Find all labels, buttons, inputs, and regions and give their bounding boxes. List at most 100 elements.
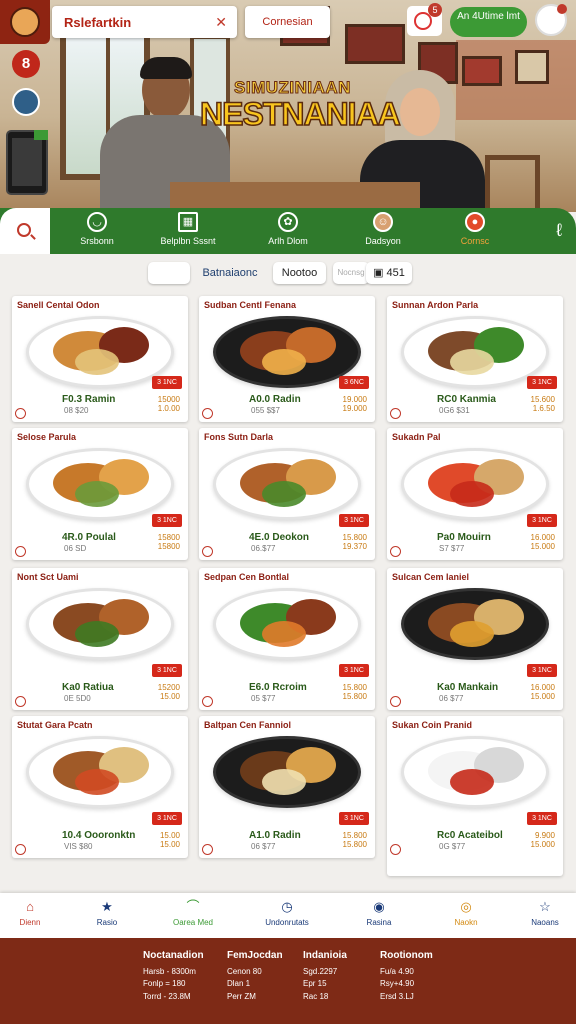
nav-history[interactable]: ◷ Undonrutats [257,899,317,927]
footer-line[interactable]: Fu/a 4.90 [380,966,433,979]
favorite-icon[interactable] [15,844,26,855]
category-search-button[interactable] [0,208,50,254]
chair [485,155,540,210]
nav-label: Dienn [19,918,41,927]
favorite-icon[interactable] [15,546,26,557]
result-count[interactable]: ▣ 451 [366,262,412,284]
footer-line[interactable]: Perr ZM [227,991,283,1004]
hero-title: SIMUZINIAAN NESTNANIAA [199,78,401,131]
category-item[interactable]: ◡ Srsbonn [52,212,142,246]
favorite-icon[interactable] [390,844,401,855]
menu-card[interactable]: Sukan Coin Pranid 3 1NC Rc0 Acateibol 0G $7… [387,716,563,876]
new-badge [34,130,48,140]
nav-coins[interactable]: ◎ Naokn [436,899,496,927]
reserve-button[interactable]: An 4Utime lmt [450,7,527,37]
nav-favorites[interactable]: ☆ Naoans [515,899,575,927]
favorite-icon[interactable] [202,408,213,419]
favorite-icon[interactable] [15,696,26,707]
discount-badge: 3 1NC [527,664,557,677]
footer-line[interactable]: Harsb - 8300m [143,966,204,979]
footer-line[interactable]: Dlan 1 [227,978,283,991]
discount-badge: 3 1NC [527,376,557,389]
dish-name: RC0 Kanmia [437,394,496,405]
dish-name: Rc0 Acateibol [437,830,503,841]
price-primary: 15.00 [159,831,180,840]
category-item[interactable]: ▦ Belplbn Sssnt [143,212,233,246]
menu-card[interactable]: Sanell Cental Odon 3 1NC F0.3 Ramin 08 $20 1… [12,296,188,422]
dish-name: F0.3 Ramin [62,394,116,405]
price-primary: 15.800 [342,533,367,542]
dish-meta: 0G6 $31 [439,406,470,415]
sort-label[interactable]: Batnaiaonc [198,262,262,284]
dish-meta: 06 $77 [251,842,276,851]
favorite-icon[interactable] [390,546,401,557]
avatar[interactable] [12,88,40,116]
menu-card[interactable]: Stutat Gara Pcatn 3 1NC 10.4 Oooronktn VIS … [12,716,188,858]
price-primary: 15000 [157,395,180,404]
rail-brand-button[interactable]: 8 [12,50,40,78]
dish-name: 4R.0 Poulal [62,532,116,543]
footer-line[interactable]: Epr 15 [303,978,347,991]
menu-card[interactable]: Sunnan Ardon Parla 3 1NC RC0 Kanmia 0G6 $31… [387,296,563,422]
favorite-icon[interactable] [390,696,401,707]
category-nav: ◡ Srsbonn ▦ Belplbn Sssnt ✿ Arlh Dlom ☺ Dads… [0,208,576,254]
dish-icon: ✿ [278,212,298,232]
footer-line[interactable]: Ersd 3.LJ [380,991,433,1004]
cuisine-selector[interactable]: Cornesian [245,6,330,38]
footer-line[interactable]: Sgd.2297 [303,966,347,979]
app-promo-card[interactable] [6,130,48,195]
menu-card[interactable]: Sukadn Pal 3 1NC Pa0 Mouirn S7 $77 16.000 15.… [387,428,563,560]
dish-meta: VIS $80 [64,842,93,851]
menu-card[interactable]: Nont Sct Uami 3 1NC Ka0 Ratiua 0E 5D0 15200 1… [12,568,188,710]
left-rail: 8 [0,44,50,212]
footer-line[interactable]: Torrd - 23.8M [143,991,204,1004]
dish-image [26,736,174,808]
filter-chip[interactable]: Nocnsg [333,262,369,284]
category-item[interactable]: ✿ Arlh Dlom [243,212,333,246]
dish-name: E6.0 Rcroim [249,682,307,693]
menu-card[interactable]: Sulcan Cem Ianiel 3 1NC Ka0 Mankain 06 $77 1… [387,568,563,710]
grid-icon: ▦ [178,212,198,232]
dish-image [213,736,361,808]
nav-map[interactable]: ⌒ Oarea Med [163,899,223,927]
footer-line[interactable]: Rsy+4.90 [380,978,433,991]
nav-rating[interactable]: ★ Rasio [77,899,137,927]
price-secondary: 15.000 [530,692,555,701]
nav-label: Oarea Med [172,918,214,927]
menu-card[interactable]: Selose Parula 3 1NC 4R.0 Poulal 06 SD 15800 1… [12,428,188,560]
home-icon: ⌂ [26,899,34,914]
restaurant-logo[interactable] [0,0,50,44]
favorite-icon[interactable] [15,408,26,419]
nav-notifications[interactable]: ◉ Rasina [349,899,409,927]
menu-card[interactable]: Baltpan Cen Fanniol 3 1NC A1.0 Radin 06 $77… [199,716,375,858]
card-title: Stutat Gara Pcatn [17,720,93,730]
wall-picture [345,24,405,64]
footer-line[interactable]: Fonlp = 180 [143,978,204,991]
favorite-icon[interactable] [202,696,213,707]
leaf-icon[interactable]: ℓ [556,220,562,241]
dish-price: 15.00 15.00 [160,831,180,849]
menu-card[interactable]: Sedpan Cen Bontlal 3 1NC E6.0 Rcroim 05 $77… [199,568,375,710]
favorite-icon[interactable] [390,408,401,419]
search-input[interactable]: Rslefartkin ✕ [52,6,237,38]
nav-home[interactable]: ⌂ Dienn [0,899,60,927]
category-item[interactable]: ☺ Dadsyon [338,212,428,246]
menu-card[interactable]: Sudban Centl Fenana 3 6NC A0.0 Radin 055 $$… [199,296,375,422]
favorite-icon[interactable] [202,546,213,557]
menu-card[interactable]: Fons Sutn Darla 3 1NC 4E.0 Deokon 06.$77 15.… [199,428,375,560]
filter-chip[interactable]: Nootoo [273,262,326,284]
dish-meta: 0E 5D0 [64,694,91,703]
dish-price: 15.800 15.800 [343,831,367,849]
clear-icon[interactable]: ✕ [215,14,227,31]
favorite-icon[interactable] [202,844,213,855]
discount-badge: 3 1NC [527,514,557,527]
sports-button[interactable]: 5 [407,3,442,36]
profile-button[interactable] [535,4,567,36]
footer-line[interactable]: Cenon 80 [227,966,283,979]
price-secondary: 15.800 [342,840,367,849]
profile-badge [557,4,567,14]
footer-line[interactable]: Rac 18 [303,991,347,1004]
chef-icon: ☺ [373,212,393,232]
category-item-active[interactable]: ● Cornsc [430,212,520,246]
filter-chip[interactable] [148,262,190,284]
